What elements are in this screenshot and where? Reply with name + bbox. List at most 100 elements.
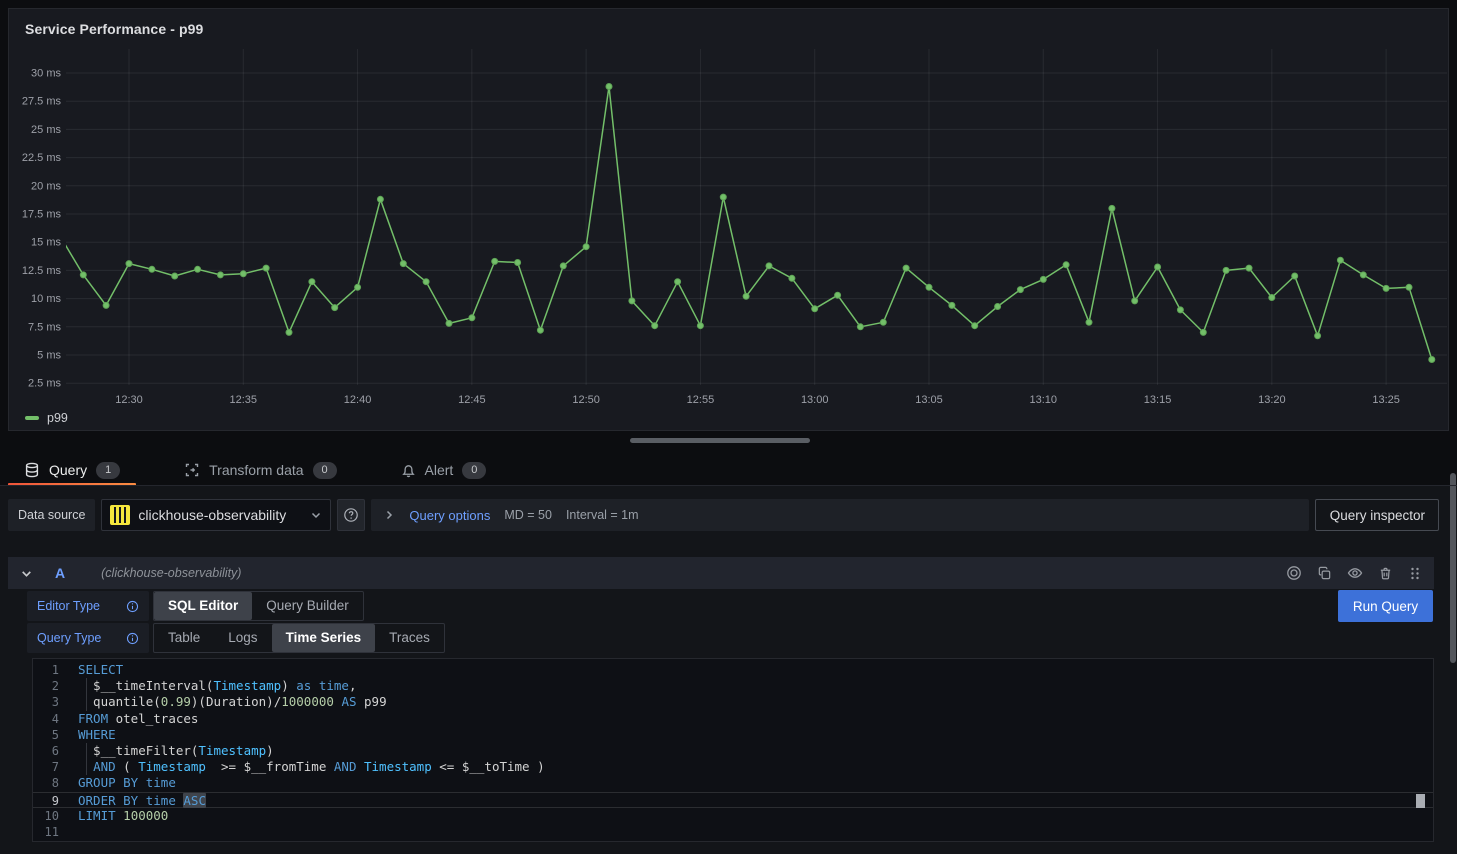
data-point bbox=[469, 315, 475, 321]
query-row-actions bbox=[1286, 565, 1422, 581]
data-point bbox=[995, 304, 1001, 310]
line-number: 3 bbox=[33, 694, 59, 710]
code-line-3: 3 quantile(0.99)(Duration)/1000000 AS p9… bbox=[33, 694, 1433, 710]
chevron-right-icon bbox=[383, 509, 395, 521]
query-type-option-logs[interactable]: Logs bbox=[214, 624, 271, 652]
datasource-picker-value: clickhouse-observability bbox=[138, 507, 302, 523]
data-point bbox=[1017, 287, 1023, 293]
data-point bbox=[720, 194, 726, 200]
data-point bbox=[309, 279, 315, 285]
data-point bbox=[1200, 329, 1206, 335]
data-point bbox=[217, 272, 223, 278]
data-point bbox=[675, 279, 681, 285]
line-number: 2 bbox=[33, 678, 59, 694]
query-type-option-time-series[interactable]: Time Series bbox=[272, 624, 376, 652]
drag-handle-icon[interactable] bbox=[1408, 566, 1422, 581]
code-line-11: 11 bbox=[33, 824, 1433, 840]
line-number: 7 bbox=[33, 759, 59, 775]
query-type-option-traces[interactable]: Traces bbox=[375, 624, 444, 652]
tab-transform-count-badge: 0 bbox=[313, 462, 337, 479]
query-options-md: MD = 50 bbox=[504, 508, 552, 522]
code-text: quantile(0.99)(Duration)/1000000 AS p99 bbox=[78, 694, 387, 710]
trash-icon[interactable] bbox=[1378, 566, 1393, 581]
tab-query[interactable]: Query 1 bbox=[8, 455, 136, 485]
datasource-row: Data source clickhouse-observability Que… bbox=[8, 499, 1439, 531]
line-number: 4 bbox=[33, 711, 59, 727]
query-ref-id: A bbox=[55, 565, 65, 581]
line-number: 10 bbox=[33, 808, 59, 824]
code-text: $__timeInterval(Timestamp) as time, bbox=[78, 678, 357, 694]
editor-type-option-sql-editor[interactable]: SQL Editor bbox=[154, 592, 252, 620]
data-point bbox=[1406, 284, 1412, 290]
sql-code-editor[interactable]: 1SELECT2 $__timeInterval(Timestamp) as t… bbox=[32, 658, 1434, 842]
code-line-2: 2 $__timeInterval(Timestamp) as time, bbox=[33, 678, 1433, 694]
timeseries-panel: 30 ms27.5 ms25 ms22.5 ms20 ms17.5 ms15 m… bbox=[8, 8, 1449, 431]
tab-alert-label: Alert bbox=[425, 462, 454, 478]
code-line-1: 1 SELECT bbox=[33, 662, 1433, 678]
data-point bbox=[286, 329, 292, 335]
line-number: 11 bbox=[33, 824, 59, 840]
line-number: 1 bbox=[33, 662, 59, 678]
chevron-down-icon[interactable] bbox=[20, 567, 33, 580]
data-point bbox=[446, 320, 452, 326]
code-line-10: 10LIMIT 100000 bbox=[33, 808, 1433, 824]
line-number: 9 bbox=[33, 793, 59, 809]
clickhouse-logo bbox=[110, 505, 130, 525]
x-axis-tick: 13:05 bbox=[915, 394, 943, 406]
duplicate-icon[interactable] bbox=[1317, 566, 1332, 581]
tab-query-label: Query bbox=[49, 462, 87, 478]
x-axis-tick: 13:20 bbox=[1258, 394, 1286, 406]
info-circle-icon[interactable] bbox=[126, 632, 139, 645]
data-point bbox=[240, 271, 246, 277]
datasource-picker[interactable]: clickhouse-observability bbox=[101, 499, 331, 531]
datasource-help-button[interactable] bbox=[337, 499, 365, 531]
data-point bbox=[1040, 276, 1046, 282]
data-point bbox=[1155, 264, 1161, 270]
info-circle-icon[interactable] bbox=[126, 600, 139, 613]
x-axis-tick: 13:00 bbox=[801, 394, 829, 406]
eye-icon[interactable] bbox=[1347, 565, 1363, 581]
query-inspector-button[interactable]: Query inspector bbox=[1315, 499, 1439, 531]
query-datasource-hint: (clickhouse-observability) bbox=[101, 566, 241, 580]
bell-icon bbox=[401, 463, 416, 478]
run-query-button[interactable]: Run Query bbox=[1338, 590, 1433, 622]
vertical-scrollbar-thumb[interactable] bbox=[1450, 473, 1456, 663]
data-point bbox=[1132, 298, 1138, 304]
query-type-option-table[interactable]: Table bbox=[154, 624, 214, 652]
data-point bbox=[195, 266, 201, 272]
timeseries-chart[interactable]: 30 ms27.5 ms25 ms22.5 ms20 ms17.5 ms15 m… bbox=[9, 9, 1448, 430]
legend-series-swatch bbox=[25, 416, 39, 420]
data-point bbox=[537, 327, 543, 333]
data-point bbox=[1223, 267, 1229, 273]
data-point bbox=[835, 292, 841, 298]
editor-type-option-query-builder[interactable]: Query Builder bbox=[252, 592, 363, 620]
record-circle-icon[interactable] bbox=[1286, 565, 1302, 581]
tabbar-divider bbox=[0, 485, 1457, 486]
data-point bbox=[1063, 262, 1069, 268]
panel-title: Service Performance - p99 bbox=[25, 21, 203, 37]
data-point bbox=[926, 284, 932, 290]
query-options-bar[interactable]: Query options MD = 50 Interval = 1m bbox=[371, 499, 1309, 531]
query-options-toggle[interactable]: Query options bbox=[409, 508, 490, 523]
data-point bbox=[377, 196, 383, 202]
data-point bbox=[103, 302, 109, 308]
database-icon bbox=[24, 462, 40, 478]
code-text: SELECT bbox=[78, 662, 123, 678]
code-line-5: 5WHERE bbox=[33, 727, 1433, 743]
horizontal-scrollbar-thumb[interactable] bbox=[630, 438, 810, 443]
query-type-row: Query Type TableLogsTime SeriesTraces bbox=[27, 623, 445, 653]
data-point bbox=[1337, 257, 1343, 263]
data-point bbox=[80, 272, 86, 278]
data-point bbox=[583, 244, 589, 250]
code-line-9: 9ORDER BY time ASC bbox=[33, 792, 1433, 808]
chart-legend[interactable]: p99 bbox=[25, 411, 68, 425]
tab-transform-data[interactable]: Transform data 0 bbox=[168, 455, 352, 485]
chevron-down-icon bbox=[310, 509, 322, 521]
data-point bbox=[697, 323, 703, 329]
grafana-panel-edit-page: { "panel": { "title": "Service Performan… bbox=[0, 0, 1457, 854]
y-axis-tick: 27.5 ms bbox=[22, 96, 62, 108]
query-row-header[interactable]: A (clickhouse-observability) bbox=[8, 557, 1434, 589]
y-axis-tick: 15 ms bbox=[31, 237, 61, 249]
y-axis-tick: 7.5 ms bbox=[28, 321, 62, 333]
tab-alert[interactable]: Alert 0 bbox=[385, 455, 503, 485]
